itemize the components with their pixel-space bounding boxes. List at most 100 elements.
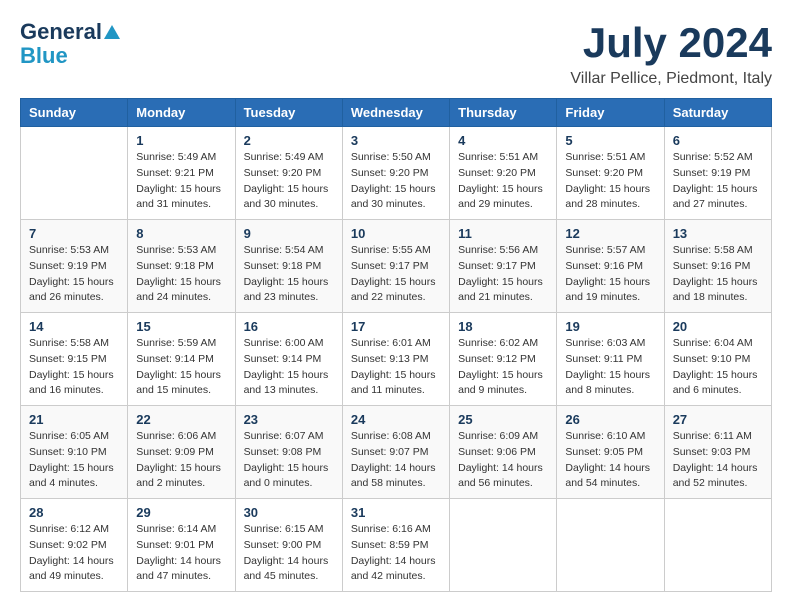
day-info: Sunrise: 6:06 AM Sunset: 9:09 PM Dayligh… bbox=[136, 429, 226, 492]
day-info: Sunrise: 5:51 AM Sunset: 9:20 PM Dayligh… bbox=[565, 150, 655, 213]
day-number: 25 bbox=[458, 412, 548, 427]
calendar-header-saturday: Saturday bbox=[664, 99, 771, 127]
day-info: Sunrise: 6:15 AM Sunset: 9:00 PM Dayligh… bbox=[244, 522, 334, 585]
calendar-cell: 2 Sunrise: 5:49 AM Sunset: 9:20 PM Dayli… bbox=[235, 127, 342, 220]
day-info: Sunrise: 6:03 AM Sunset: 9:11 PM Dayligh… bbox=[565, 336, 655, 399]
day-info: Sunrise: 5:53 AM Sunset: 9:18 PM Dayligh… bbox=[136, 243, 226, 306]
calendar-cell: 11 Sunrise: 5:56 AM Sunset: 9:17 PM Dayl… bbox=[450, 220, 557, 313]
calendar-header-monday: Monday bbox=[128, 99, 235, 127]
calendar-cell: 30 Sunrise: 6:15 AM Sunset: 9:00 PM Dayl… bbox=[235, 499, 342, 592]
location-title: Villar Pellice, Piedmont, Italy bbox=[570, 70, 772, 88]
calendar-table: SundayMondayTuesdayWednesdayThursdayFrid… bbox=[20, 98, 772, 592]
day-info: Sunrise: 5:56 AM Sunset: 9:17 PM Dayligh… bbox=[458, 243, 548, 306]
day-info: Sunrise: 6:16 AM Sunset: 8:59 PM Dayligh… bbox=[351, 522, 441, 585]
calendar-cell: 23 Sunrise: 6:07 AM Sunset: 9:08 PM Dayl… bbox=[235, 406, 342, 499]
day-number: 28 bbox=[29, 505, 119, 520]
day-number: 18 bbox=[458, 319, 548, 334]
calendar-cell: 29 Sunrise: 6:14 AM Sunset: 9:01 PM Dayl… bbox=[128, 499, 235, 592]
day-number: 23 bbox=[244, 412, 334, 427]
day-number: 19 bbox=[565, 319, 655, 334]
day-number: 27 bbox=[673, 412, 763, 427]
day-info: Sunrise: 5:58 AM Sunset: 9:16 PM Dayligh… bbox=[673, 243, 763, 306]
day-number: 2 bbox=[244, 133, 334, 148]
day-info: Sunrise: 5:50 AM Sunset: 9:20 PM Dayligh… bbox=[351, 150, 441, 213]
day-number: 4 bbox=[458, 133, 548, 148]
day-info: Sunrise: 6:10 AM Sunset: 9:05 PM Dayligh… bbox=[565, 429, 655, 492]
day-info: Sunrise: 6:01 AM Sunset: 9:13 PM Dayligh… bbox=[351, 336, 441, 399]
day-info: Sunrise: 6:00 AM Sunset: 9:14 PM Dayligh… bbox=[244, 336, 334, 399]
calendar-cell: 31 Sunrise: 6:16 AM Sunset: 8:59 PM Dayl… bbox=[342, 499, 449, 592]
page-header: General Blue July 2024 Villar Pellice, P… bbox=[20, 20, 772, 88]
calendar-week-4: 21 Sunrise: 6:05 AM Sunset: 9:10 PM Dayl… bbox=[21, 406, 772, 499]
logo: General Blue bbox=[20, 20, 120, 68]
calendar-cell: 14 Sunrise: 5:58 AM Sunset: 9:15 PM Dayl… bbox=[21, 313, 128, 406]
calendar-cell: 7 Sunrise: 5:53 AM Sunset: 9:19 PM Dayli… bbox=[21, 220, 128, 313]
calendar-header-wednesday: Wednesday bbox=[342, 99, 449, 127]
calendar-week-1: 1 Sunrise: 5:49 AM Sunset: 9:21 PM Dayli… bbox=[21, 127, 772, 220]
day-info: Sunrise: 5:55 AM Sunset: 9:17 PM Dayligh… bbox=[351, 243, 441, 306]
day-number: 7 bbox=[29, 226, 119, 241]
calendar-header-thursday: Thursday bbox=[450, 99, 557, 127]
day-number: 10 bbox=[351, 226, 441, 241]
calendar-cell: 10 Sunrise: 5:55 AM Sunset: 9:17 PM Dayl… bbox=[342, 220, 449, 313]
day-number: 11 bbox=[458, 226, 548, 241]
day-info: Sunrise: 6:04 AM Sunset: 9:10 PM Dayligh… bbox=[673, 336, 763, 399]
calendar-cell: 18 Sunrise: 6:02 AM Sunset: 9:12 PM Dayl… bbox=[450, 313, 557, 406]
calendar-cell: 20 Sunrise: 6:04 AM Sunset: 9:10 PM Dayl… bbox=[664, 313, 771, 406]
calendar-cell: 25 Sunrise: 6:09 AM Sunset: 9:06 PM Dayl… bbox=[450, 406, 557, 499]
day-info: Sunrise: 6:09 AM Sunset: 9:06 PM Dayligh… bbox=[458, 429, 548, 492]
calendar-cell: 22 Sunrise: 6:06 AM Sunset: 9:09 PM Dayl… bbox=[128, 406, 235, 499]
day-info: Sunrise: 6:08 AM Sunset: 9:07 PM Dayligh… bbox=[351, 429, 441, 492]
day-number: 3 bbox=[351, 133, 441, 148]
calendar-header-tuesday: Tuesday bbox=[235, 99, 342, 127]
calendar-week-3: 14 Sunrise: 5:58 AM Sunset: 9:15 PM Dayl… bbox=[21, 313, 772, 406]
day-number: 13 bbox=[673, 226, 763, 241]
day-info: Sunrise: 5:49 AM Sunset: 9:21 PM Dayligh… bbox=[136, 150, 226, 213]
calendar-cell bbox=[450, 499, 557, 592]
calendar-cell bbox=[21, 127, 128, 220]
calendar-cell: 16 Sunrise: 6:00 AM Sunset: 9:14 PM Dayl… bbox=[235, 313, 342, 406]
calendar-cell: 1 Sunrise: 5:49 AM Sunset: 9:21 PM Dayli… bbox=[128, 127, 235, 220]
calendar-header-friday: Friday bbox=[557, 99, 664, 127]
day-number: 31 bbox=[351, 505, 441, 520]
title-section: July 2024 Villar Pellice, Piedmont, Ital… bbox=[570, 20, 772, 88]
day-info: Sunrise: 6:12 AM Sunset: 9:02 PM Dayligh… bbox=[29, 522, 119, 585]
calendar-cell: 5 Sunrise: 5:51 AM Sunset: 9:20 PM Dayli… bbox=[557, 127, 664, 220]
day-number: 17 bbox=[351, 319, 441, 334]
day-number: 26 bbox=[565, 412, 655, 427]
day-number: 15 bbox=[136, 319, 226, 334]
day-info: Sunrise: 5:52 AM Sunset: 9:19 PM Dayligh… bbox=[673, 150, 763, 213]
calendar-cell: 24 Sunrise: 6:08 AM Sunset: 9:07 PM Dayl… bbox=[342, 406, 449, 499]
day-info: Sunrise: 5:59 AM Sunset: 9:14 PM Dayligh… bbox=[136, 336, 226, 399]
calendar-cell: 19 Sunrise: 6:03 AM Sunset: 9:11 PM Dayl… bbox=[557, 313, 664, 406]
day-number: 16 bbox=[244, 319, 334, 334]
day-info: Sunrise: 5:49 AM Sunset: 9:20 PM Dayligh… bbox=[244, 150, 334, 213]
logo-text-blue: Blue bbox=[20, 44, 68, 68]
calendar-cell: 15 Sunrise: 5:59 AM Sunset: 9:14 PM Dayl… bbox=[128, 313, 235, 406]
day-number: 21 bbox=[29, 412, 119, 427]
day-number: 9 bbox=[244, 226, 334, 241]
logo-text-general: General bbox=[20, 20, 102, 44]
day-info: Sunrise: 6:07 AM Sunset: 9:08 PM Dayligh… bbox=[244, 429, 334, 492]
calendar-cell: 27 Sunrise: 6:11 AM Sunset: 9:03 PM Dayl… bbox=[664, 406, 771, 499]
day-number: 8 bbox=[136, 226, 226, 241]
logo-icon bbox=[104, 25, 120, 39]
calendar-cell: 26 Sunrise: 6:10 AM Sunset: 9:05 PM Dayl… bbox=[557, 406, 664, 499]
day-number: 6 bbox=[673, 133, 763, 148]
day-number: 12 bbox=[565, 226, 655, 241]
day-number: 22 bbox=[136, 412, 226, 427]
day-number: 5 bbox=[565, 133, 655, 148]
calendar-cell bbox=[664, 499, 771, 592]
calendar-cell: 12 Sunrise: 5:57 AM Sunset: 9:16 PM Dayl… bbox=[557, 220, 664, 313]
calendar-cell: 3 Sunrise: 5:50 AM Sunset: 9:20 PM Dayli… bbox=[342, 127, 449, 220]
calendar-cell bbox=[557, 499, 664, 592]
day-info: Sunrise: 5:58 AM Sunset: 9:15 PM Dayligh… bbox=[29, 336, 119, 399]
month-title: July 2024 bbox=[570, 20, 772, 66]
day-number: 30 bbox=[244, 505, 334, 520]
calendar-cell: 21 Sunrise: 6:05 AM Sunset: 9:10 PM Dayl… bbox=[21, 406, 128, 499]
calendar-cell: 28 Sunrise: 6:12 AM Sunset: 9:02 PM Dayl… bbox=[21, 499, 128, 592]
calendar-cell: 13 Sunrise: 5:58 AM Sunset: 9:16 PM Dayl… bbox=[664, 220, 771, 313]
calendar-cell: 9 Sunrise: 5:54 AM Sunset: 9:18 PM Dayli… bbox=[235, 220, 342, 313]
calendar-cell: 17 Sunrise: 6:01 AM Sunset: 9:13 PM Dayl… bbox=[342, 313, 449, 406]
calendar-week-5: 28 Sunrise: 6:12 AM Sunset: 9:02 PM Dayl… bbox=[21, 499, 772, 592]
